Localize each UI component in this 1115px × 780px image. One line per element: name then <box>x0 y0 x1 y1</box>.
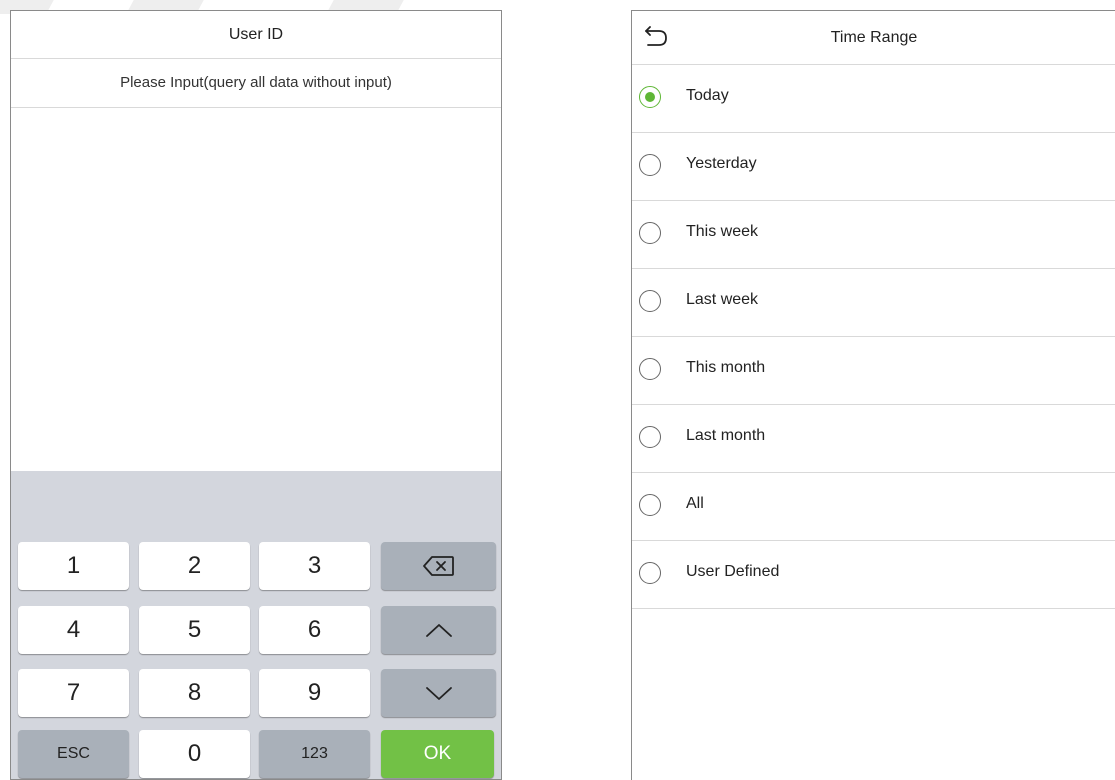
radio-unselected[interactable] <box>639 222 661 244</box>
time-range-option-today[interactable]: Today <box>632 65 1115 133</box>
ok-button[interactable]: OK <box>381 730 494 778</box>
page-title: User ID <box>11 11 501 59</box>
user-id-query-screen: User ID Please Input(query all data with… <box>10 10 502 780</box>
option-label: Today <box>686 87 729 104</box>
key-6[interactable]: 6 <box>259 606 370 654</box>
input-mode-key[interactable]: 123 <box>259 730 370 778</box>
time-range-option-yesterday[interactable]: Yesterday <box>632 133 1115 201</box>
time-range-option-last-week[interactable]: Last week <box>632 269 1115 337</box>
radio-unselected[interactable] <box>639 154 661 176</box>
down-key[interactable] <box>381 669 496 717</box>
option-label: This month <box>686 359 766 376</box>
esc-key[interactable]: ESC <box>18 730 129 778</box>
key-5[interactable]: 5 <box>139 606 250 654</box>
backspace-icon <box>422 555 455 577</box>
time-range-option-last-month[interactable]: Last month <box>632 405 1115 473</box>
key-8[interactable]: 8 <box>139 669 250 717</box>
chevron-down-icon <box>425 685 453 701</box>
radio-unselected[interactable] <box>639 358 661 380</box>
time-range-option-this-month[interactable]: This month <box>632 337 1115 405</box>
radio-unselected[interactable] <box>639 426 661 448</box>
time-range-option-this-week[interactable]: This week <box>632 201 1115 269</box>
input-area <box>11 108 501 471</box>
option-label: All <box>686 495 704 512</box>
up-key[interactable] <box>381 606 496 654</box>
time-range-option-user-defined[interactable]: User Defined <box>632 541 1115 609</box>
radio-unselected[interactable] <box>639 290 661 312</box>
radio-unselected[interactable] <box>639 494 661 516</box>
key-0[interactable]: 0 <box>139 730 250 778</box>
radio-unselected[interactable] <box>639 562 661 584</box>
radio-selected[interactable] <box>639 86 661 108</box>
key-4[interactable]: 4 <box>18 606 129 654</box>
key-1[interactable]: 1 <box>18 542 129 590</box>
chevron-up-icon <box>425 622 453 638</box>
backspace-key[interactable] <box>381 542 496 590</box>
user-id-input[interactable]: Please Input(query all data without inpu… <box>11 59 501 108</box>
option-label: This week <box>686 223 759 240</box>
option-label: Last month <box>686 427 766 444</box>
option-label: User Defined <box>686 563 780 580</box>
option-label: Yesterday <box>686 155 757 172</box>
header: Time Range <box>632 11 1115 65</box>
numeric-keypad: 1 2 3 4 5 6 7 8 9 ESC 0 123 OK <box>11 471 501 779</box>
key-7[interactable]: 7 <box>18 669 129 717</box>
key-2[interactable]: 2 <box>139 542 250 590</box>
key-9[interactable]: 9 <box>259 669 370 717</box>
time-range-option-all[interactable]: All <box>632 473 1115 541</box>
page-title: Time Range <box>830 29 918 46</box>
key-3[interactable]: 3 <box>259 542 370 590</box>
option-label: Last week <box>686 291 759 308</box>
time-range-screen: Time Range Today Yesterday This week Las… <box>631 10 1115 780</box>
